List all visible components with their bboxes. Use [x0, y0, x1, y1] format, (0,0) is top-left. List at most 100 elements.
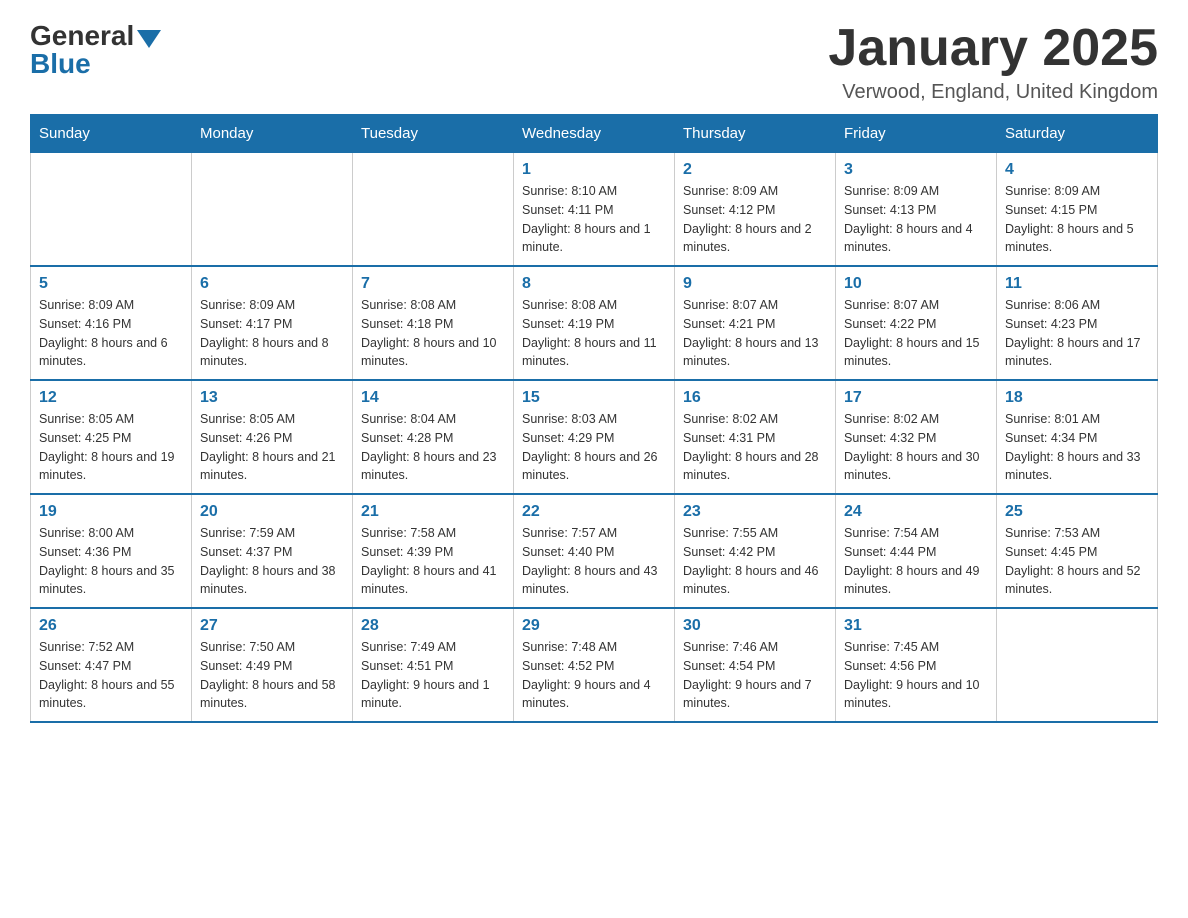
day-info: Sunrise: 7:46 AM Sunset: 4:54 PM Dayligh… — [683, 638, 827, 713]
calendar-cell: 29Sunrise: 7:48 AM Sunset: 4:52 PM Dayli… — [514, 608, 675, 722]
calendar-cell: 15 Sunrise: 8:03 AM Sunset: 4:29 PM Dayli… — [514, 380, 675, 494]
day-info: Sunrise: 8:07 AM Sunset: 4:22 PM Dayligh… — [844, 296, 988, 371]
calendar-cell: 10 Sunrise: 8:07 AM Sunset: 4:22 PM Dayli… — [836, 266, 997, 380]
header-row: SundayMondayTuesdayWednesdayThursdayFrid… — [31, 115, 1158, 153]
calendar-cell: 14 Sunrise: 8:04 AM Sunset: 4:28 PM Dayli… — [353, 380, 514, 494]
day-info: Sunrise: 8:04 AM Sunset: 4:28 PM Dayligh… — [361, 410, 505, 485]
day-info: Sunrise: 8:09 AM Sunset: 4:12 PM Dayligh… — [683, 182, 827, 257]
calendar-cell: 30 Sunrise: 7:46 AM Sunset: 4:54 PM Dayli… — [675, 608, 836, 722]
day-number: 1 — [522, 161, 666, 179]
calendar-cell: 1 Sunrise: 8:10 AM Sunset: 4:11 PM Daylig… — [514, 153, 675, 267]
calendar-cell: 27Sunrise: 7:50 AM Sunset: 4:49 PM Dayli… — [192, 608, 353, 722]
day-info: Sunrise: 8:10 AM Sunset: 4:11 PM Dayligh… — [522, 182, 666, 257]
calendar-cell: 18 Sunrise: 8:01 AM Sunset: 4:34 PM Dayli… — [997, 380, 1158, 494]
day-number: 17 — [844, 389, 988, 407]
day-number: 3 — [844, 161, 988, 179]
calendar-cell: 4 Sunrise: 8:09 AM Sunset: 4:15 PM Daylig… — [997, 153, 1158, 267]
day-number: 29 — [522, 617, 666, 635]
day-number: 5 — [39, 275, 183, 293]
day-number: 20 — [200, 503, 344, 521]
calendar-table: SundayMondayTuesdayWednesdayThursdayFrid… — [30, 114, 1158, 723]
calendar-cell: 22 Sunrise: 7:57 AM Sunset: 4:40 PM Dayli… — [514, 494, 675, 608]
day-info: Sunrise: 8:00 AM Sunset: 4:36 PM Dayligh… — [39, 524, 183, 599]
day-number: 25 — [1005, 503, 1149, 521]
title-section: January 2025 Verwood, England, United Ki… — [828, 20, 1158, 104]
day-info: Sunrise: 8:06 AM Sunset: 4:23 PM Dayligh… — [1005, 296, 1149, 371]
day-number: 15 — [522, 389, 666, 407]
day-info: Sunrise: 7:53 AM Sunset: 4:45 PM Dayligh… — [1005, 524, 1149, 599]
day-number: 30 — [683, 617, 827, 635]
calendar-cell — [31, 153, 192, 267]
day-number: 22 — [522, 503, 666, 521]
calendar-cell: 26Sunrise: 7:52 AM Sunset: 4:47 PM Dayli… — [31, 608, 192, 722]
day-number: 8 — [522, 275, 666, 293]
day-info: Sunrise: 8:09 AM Sunset: 4:17 PM Dayligh… — [200, 296, 344, 371]
day-info: Sunrise: 8:07 AM Sunset: 4:21 PM Dayligh… — [683, 296, 827, 371]
day-info: Sunrise: 7:59 AM Sunset: 4:37 PM Dayligh… — [200, 524, 344, 599]
logo: General Blue — [30, 20, 161, 80]
calendar-cell: 8 Sunrise: 8:08 AM Sunset: 4:19 PM Daylig… — [514, 266, 675, 380]
header-day-tuesday: Tuesday — [353, 115, 514, 153]
day-number: 9 — [683, 275, 827, 293]
day-number: 19 — [39, 503, 183, 521]
day-info: Sunrise: 8:09 AM Sunset: 4:15 PM Dayligh… — [1005, 182, 1149, 257]
day-info: Sunrise: 7:49 AM Sunset: 4:51 PM Dayligh… — [361, 638, 505, 713]
day-number: 21 — [361, 503, 505, 521]
calendar-cell: 19 Sunrise: 8:00 AM Sunset: 4:36 PM Dayli… — [31, 494, 192, 608]
page-header: General Blue January 2025 Verwood, Engla… — [30, 20, 1158, 104]
day-info: Sunrise: 8:05 AM Sunset: 4:26 PM Dayligh… — [200, 410, 344, 485]
day-info: Sunrise: 7:58 AM Sunset: 4:39 PM Dayligh… — [361, 524, 505, 599]
calendar-cell: 6Sunrise: 8:09 AM Sunset: 4:17 PM Daylig… — [192, 266, 353, 380]
day-number: 11 — [1005, 275, 1149, 293]
day-number: 24 — [844, 503, 988, 521]
header-day-sunday: Sunday — [31, 115, 192, 153]
day-number: 14 — [361, 389, 505, 407]
header-day-thursday: Thursday — [675, 115, 836, 153]
day-number: 31 — [844, 617, 988, 635]
logo-arrow-icon — [137, 30, 161, 48]
calendar-week-row: 12 Sunrise: 8:05 AM Sunset: 4:25 PM Dayli… — [31, 380, 1158, 494]
day-info: Sunrise: 7:54 AM Sunset: 4:44 PM Dayligh… — [844, 524, 988, 599]
calendar-cell — [997, 608, 1158, 722]
month-title: January 2025 — [828, 20, 1158, 77]
calendar-cell: 3 Sunrise: 8:09 AM Sunset: 4:13 PM Daylig… — [836, 153, 997, 267]
day-number: 4 — [1005, 161, 1149, 179]
day-info: Sunrise: 8:05 AM Sunset: 4:25 PM Dayligh… — [39, 410, 183, 485]
calendar-cell: 23Sunrise: 7:55 AM Sunset: 4:42 PM Dayli… — [675, 494, 836, 608]
calendar-body: 1 Sunrise: 8:10 AM Sunset: 4:11 PM Daylig… — [31, 153, 1158, 723]
day-info: Sunrise: 8:09 AM Sunset: 4:13 PM Dayligh… — [844, 182, 988, 257]
day-number: 18 — [1005, 389, 1149, 407]
calendar-cell: 5 Sunrise: 8:09 AM Sunset: 4:16 PM Daylig… — [31, 266, 192, 380]
day-info: Sunrise: 8:08 AM Sunset: 4:19 PM Dayligh… — [522, 296, 666, 371]
day-info: Sunrise: 8:01 AM Sunset: 4:34 PM Dayligh… — [1005, 410, 1149, 485]
calendar-week-row: 5 Sunrise: 8:09 AM Sunset: 4:16 PM Daylig… — [31, 266, 1158, 380]
calendar-cell — [192, 153, 353, 267]
calendar-cell: 28 Sunrise: 7:49 AM Sunset: 4:51 PM Dayli… — [353, 608, 514, 722]
calendar-cell: 12 Sunrise: 8:05 AM Sunset: 4:25 PM Dayli… — [31, 380, 192, 494]
day-info: Sunrise: 8:08 AM Sunset: 4:18 PM Dayligh… — [361, 296, 505, 371]
header-day-wednesday: Wednesday — [514, 115, 675, 153]
calendar-cell: 9 Sunrise: 8:07 AM Sunset: 4:21 PM Daylig… — [675, 266, 836, 380]
header-day-friday: Friday — [836, 115, 997, 153]
day-number: 23 — [683, 503, 827, 521]
day-number: 12 — [39, 389, 183, 407]
calendar-cell: 7 Sunrise: 8:08 AM Sunset: 4:18 PM Daylig… — [353, 266, 514, 380]
day-number: 28 — [361, 617, 505, 635]
header-day-monday: Monday — [192, 115, 353, 153]
day-number: 26 — [39, 617, 183, 635]
calendar-week-row: 19 Sunrise: 8:00 AM Sunset: 4:36 PM Dayli… — [31, 494, 1158, 608]
day-info: Sunrise: 8:09 AM Sunset: 4:16 PM Dayligh… — [39, 296, 183, 371]
calendar-cell: 13Sunrise: 8:05 AM Sunset: 4:26 PM Dayli… — [192, 380, 353, 494]
day-number: 16 — [683, 389, 827, 407]
calendar-cell: 25 Sunrise: 7:53 AM Sunset: 4:45 PM Dayli… — [997, 494, 1158, 608]
day-number: 10 — [844, 275, 988, 293]
day-info: Sunrise: 7:57 AM Sunset: 4:40 PM Dayligh… — [522, 524, 666, 599]
day-info: Sunrise: 8:03 AM Sunset: 4:29 PM Dayligh… — [522, 410, 666, 485]
day-info: Sunrise: 8:02 AM Sunset: 4:32 PM Dayligh… — [844, 410, 988, 485]
day-number: 7 — [361, 275, 505, 293]
day-info: Sunrise: 7:45 AM Sunset: 4:56 PM Dayligh… — [844, 638, 988, 713]
calendar-cell: 17 Sunrise: 8:02 AM Sunset: 4:32 PM Dayli… — [836, 380, 997, 494]
location-text: Verwood, England, United Kingdom — [828, 81, 1158, 104]
day-info: Sunrise: 7:50 AM Sunset: 4:49 PM Dayligh… — [200, 638, 344, 713]
calendar-cell: 31 Sunrise: 7:45 AM Sunset: 4:56 PM Dayli… — [836, 608, 997, 722]
